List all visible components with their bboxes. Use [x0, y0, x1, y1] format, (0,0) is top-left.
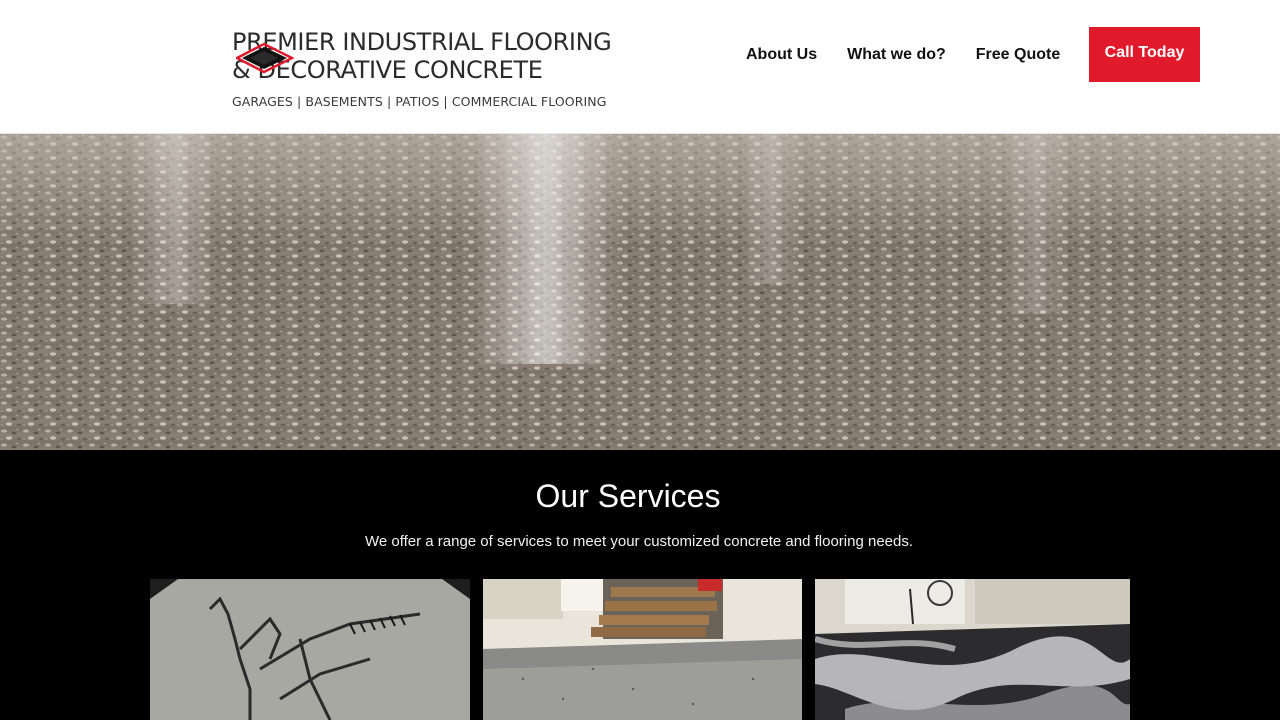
call-today-button[interactable]: Call Today — [1089, 27, 1200, 82]
brand-tagline: GARAGES | BASEMENTS | PATIOS | COMMERCIA… — [232, 94, 607, 109]
services-section: Our Services We offer a range of service… — [0, 450, 1280, 720]
service-card-metallic-epoxy[interactable] — [815, 579, 1130, 720]
nav-about-us[interactable]: About Us — [746, 44, 817, 66]
services-title: Our Services — [535, 478, 721, 514]
metallic-garage-floor-image — [815, 579, 1130, 720]
diamond-logo-icon[interactable] — [236, 42, 294, 76]
service-card-engraved-concrete[interactable] — [150, 579, 470, 720]
brand[interactable]: PREMIER INDUSTRIAL FLOORING & DECORATIVE… — [232, 28, 652, 109]
brand-title-line2: & DECORATIVE CONCRETE — [232, 56, 543, 84]
hero-floor-image — [0, 134, 1280, 450]
basement-stairs-image — [483, 579, 802, 720]
service-card-flake-epoxy[interactable] — [483, 579, 802, 720]
main-nav: About Us What we do? Free Quote — [746, 44, 1090, 66]
site-header: PREMIER INDUSTRIAL FLOORING & DECORATIVE… — [0, 0, 1280, 134]
nav-free-quote[interactable]: Free Quote — [976, 44, 1060, 66]
brand-title: PREMIER INDUSTRIAL FLOORING & DECORATIVE… — [232, 28, 652, 84]
terrazzo-floor-illustration — [0, 134, 1280, 450]
nav-what-we-do[interactable]: What we do? — [847, 44, 946, 66]
brand-title-line1: PREMIER INDUSTRIAL FLOORING — [232, 28, 612, 56]
engraved-skeleton-hand-image — [150, 579, 470, 720]
services-subtitle: We offer a range of services to meet you… — [364, 533, 914, 550]
